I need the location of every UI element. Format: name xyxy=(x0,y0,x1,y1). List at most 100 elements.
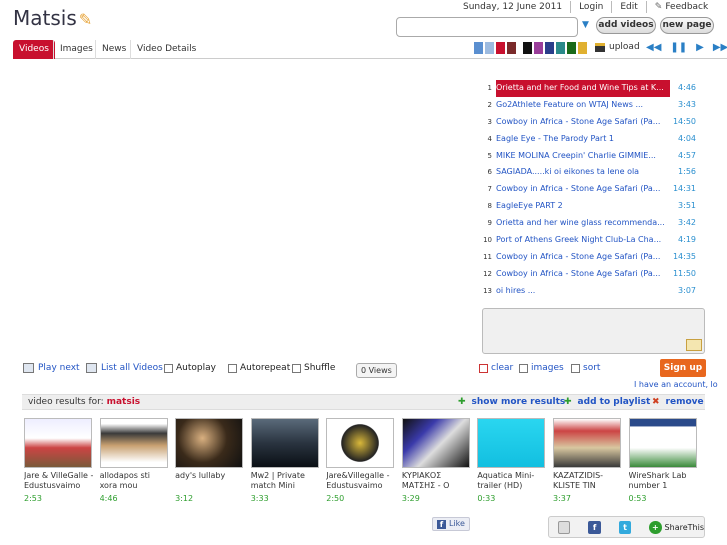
video-title[interactable]: ady's lullaby xyxy=(175,471,245,491)
video-result-card[interactable]: Mw2 | Private match Mini 3:33 xyxy=(250,418,326,503)
playlist-row[interactable]: 6 SAGIADA.....ki oi eikones ta lene ola 1:… xyxy=(481,164,705,181)
facebook-like-button[interactable]: f Like xyxy=(432,517,470,531)
facebook-share-icon[interactable]: f xyxy=(588,520,601,534)
autorepeat-checkbox[interactable]: Autorepeat xyxy=(228,363,290,373)
pause-icon[interactable]: ❚❚ xyxy=(670,42,687,53)
video-title[interactable]: KAZATZIDIS-KLISTE TIN xyxy=(553,471,623,491)
playlist-row[interactable]: 11 Cowboy in Africa - Stone Age Safari (P… xyxy=(481,249,705,266)
playlist-row[interactable]: 9 Orietta and her wine glass recommenda..… xyxy=(481,215,705,232)
video-player[interactable] xyxy=(13,60,478,360)
color-swatch[interactable] xyxy=(534,42,543,54)
color-swatch[interactable] xyxy=(523,42,532,54)
video-result-card[interactable]: ady's lullaby 3:12 xyxy=(175,418,250,503)
new-page-button[interactable]: new page xyxy=(660,17,714,34)
playlist-row[interactable]: 7 Cowboy in Africa - Stone Age Safari (Pa… xyxy=(481,181,705,198)
color-swatch[interactable] xyxy=(578,42,587,54)
autoplay-checkbox[interactable]: Autoplay xyxy=(164,363,216,373)
color-swatch[interactable] xyxy=(556,42,565,54)
tab-video-details[interactable]: Video Details xyxy=(130,40,202,59)
rewind-icon[interactable]: ◀◀ xyxy=(646,42,661,53)
clear-button[interactable]: clear xyxy=(479,363,513,373)
playlist-row[interactable]: 13 oi hires ... 3:07 xyxy=(481,283,705,300)
video-result-card[interactable]: Jare&Villegalle - Edustusvaimo 2:50 xyxy=(326,418,401,503)
sharethis-icon[interactable]: + xyxy=(649,520,662,534)
search-input[interactable] xyxy=(396,17,578,37)
have-account-link[interactable]: I have an account, lo xyxy=(634,380,727,389)
playlist-title[interactable]: Go2Athlete Feature on WTAJ News ... xyxy=(496,97,670,114)
video-thumbnail[interactable] xyxy=(250,418,319,468)
color-swatch[interactable] xyxy=(474,42,483,54)
playlist-row[interactable]: 12 Cowboy in Africa - Stone Age Safari (P… xyxy=(481,266,705,283)
playlist-row[interactable]: 2 Go2Athlete Feature on WTAJ News ... 3:43 xyxy=(481,97,705,114)
video-thumbnail[interactable] xyxy=(175,418,244,468)
show-more-results-button[interactable]: ✚ show more results xyxy=(458,397,565,407)
color-swatch[interactable] xyxy=(545,42,554,54)
play-next-button[interactable]: Play next xyxy=(23,363,80,373)
sharethis-label[interactable]: ShareThis xyxy=(665,523,704,532)
color-swatch[interactable] xyxy=(507,42,516,54)
search-dropdown-icon[interactable]: ▼ xyxy=(582,20,589,30)
signup-button[interactable]: Sign up xyxy=(660,359,706,377)
playlist-title[interactable]: Port of Athens Greek Night Club-La Cha..… xyxy=(496,232,670,249)
add-videos-button[interactable]: add videos xyxy=(596,17,656,34)
video-result-card[interactable]: ΚΥΡΙΑΚΟΣ ΜΑΤΣΗΣ - Ο 3:29 xyxy=(401,418,477,503)
video-title[interactable]: Aquatica Mini-trailer (HD) xyxy=(477,471,547,491)
video-result-card[interactable]: allodapos sti xora mou 4:46 xyxy=(99,418,175,503)
video-result-card[interactable]: WireShark Lab number 1 0:53 xyxy=(628,418,704,503)
images-button[interactable]: images xyxy=(519,363,564,373)
playlist-title[interactable]: Orietta and her Food and Wine Tips at K.… xyxy=(496,80,670,97)
feedback-link[interactable]: ✎ Feedback xyxy=(655,0,708,14)
playlist-title[interactable]: oi hires ... xyxy=(496,283,670,300)
mail-icon[interactable] xyxy=(686,339,702,351)
video-thumbnail[interactable] xyxy=(401,418,470,468)
video-title[interactable]: Mw2 | Private match Mini xyxy=(251,471,321,491)
tab-images[interactable]: Images xyxy=(53,40,99,59)
shuffle-checkbox[interactable]: Shuffle xyxy=(292,363,335,373)
playlist-title[interactable]: Cowboy in Africa - Stone Age Safari (Pa.… xyxy=(496,114,670,131)
playlist-title[interactable]: Cowboy in Africa - Stone Age Safari (Pa.… xyxy=(496,266,670,283)
video-title[interactable]: Jare & VilleGalle - Edustusvaimo xyxy=(24,471,94,491)
playlist-row[interactable]: 5 MIKE MOLINA Creepin' Charlie GIMMIE... 4… xyxy=(481,148,705,165)
twitter-share-icon[interactable]: t xyxy=(618,520,632,534)
video-result-card[interactable]: Jare & VilleGalle - Edustusvaimo 2:53 xyxy=(24,418,99,503)
site-logo[interactable]: Matsis ✎ xyxy=(13,6,92,30)
video-thumbnail[interactable] xyxy=(552,418,621,468)
playlist-title[interactable]: EagleEye PART 2 xyxy=(496,198,670,215)
playlist-row[interactable]: 3 Cowboy in Africa - Stone Age Safari (Pa… xyxy=(481,114,705,131)
login-link[interactable]: Login xyxy=(579,0,603,14)
video-title[interactable]: Jare&Villegalle - Edustusvaimo xyxy=(326,471,396,491)
video-result-card[interactable]: KAZATZIDIS-KLISTE TIN 3:37 xyxy=(552,418,628,503)
color-swatch[interactable] xyxy=(567,42,576,54)
playlist-title[interactable]: Eagle Eye - The Parody Part 1 xyxy=(496,131,670,148)
add-to-playlist-button[interactable]: ✚ add to playlist xyxy=(564,397,650,407)
video-thumbnail[interactable] xyxy=(99,418,168,468)
color-swatch[interactable] xyxy=(496,42,505,54)
video-thumbnail[interactable] xyxy=(477,418,546,468)
upload-button[interactable]: upload xyxy=(595,42,640,52)
tab-news[interactable]: News xyxy=(95,40,132,59)
video-result-card[interactable]: Aquatica Mini-trailer (HD) 0:33 xyxy=(477,418,552,503)
video-title[interactable]: ΚΥΡΙΑΚΟΣ ΜΑΤΣΗΣ - Ο xyxy=(402,471,472,491)
video-title[interactable]: WireShark Lab number 1 xyxy=(629,471,699,491)
remove-button[interactable]: ✖ remove xyxy=(652,397,704,407)
playlist-title[interactable]: MIKE MOLINA Creepin' Charlie GIMMIE... xyxy=(496,148,670,165)
tab-videos[interactable]: Videos xyxy=(13,40,55,59)
color-swatch[interactable] xyxy=(485,42,494,54)
playlist-row[interactable]: 10 Port of Athens Greek Night Club-La Cha… xyxy=(481,232,705,249)
play-icon[interactable]: ▶ xyxy=(696,42,704,53)
video-thumbnail[interactable] xyxy=(326,418,395,468)
video-thumbnail[interactable] xyxy=(628,418,697,468)
playlist-row[interactable]: 8 EagleEye PART 2 3:51 xyxy=(481,198,705,215)
forward-icon[interactable]: ▶▶ xyxy=(713,42,727,53)
playlist-row[interactable]: 1 Orietta and her Food and Wine Tips at K… xyxy=(481,80,705,97)
comment-box[interactable] xyxy=(482,308,705,354)
video-title[interactable]: allodapos sti xora mou xyxy=(100,471,170,491)
playlist-title[interactable]: Orietta and her wine glass recommenda... xyxy=(496,215,670,232)
playlist-row[interactable]: 4 Eagle Eye - The Parody Part 1 4:04 xyxy=(481,131,705,148)
email-share-icon[interactable] xyxy=(558,520,571,534)
list-all-videos-button[interactable]: List all Videos xyxy=(86,363,163,373)
playlist-title[interactable]: Cowboy in Africa - Stone Age Safari (Pa.… xyxy=(496,181,670,198)
sort-button[interactable]: sort xyxy=(571,363,600,373)
playlist-title[interactable]: Cowboy in Africa - Stone Age Safari (Pa.… xyxy=(496,249,670,266)
edit-link[interactable]: Edit xyxy=(620,0,637,14)
